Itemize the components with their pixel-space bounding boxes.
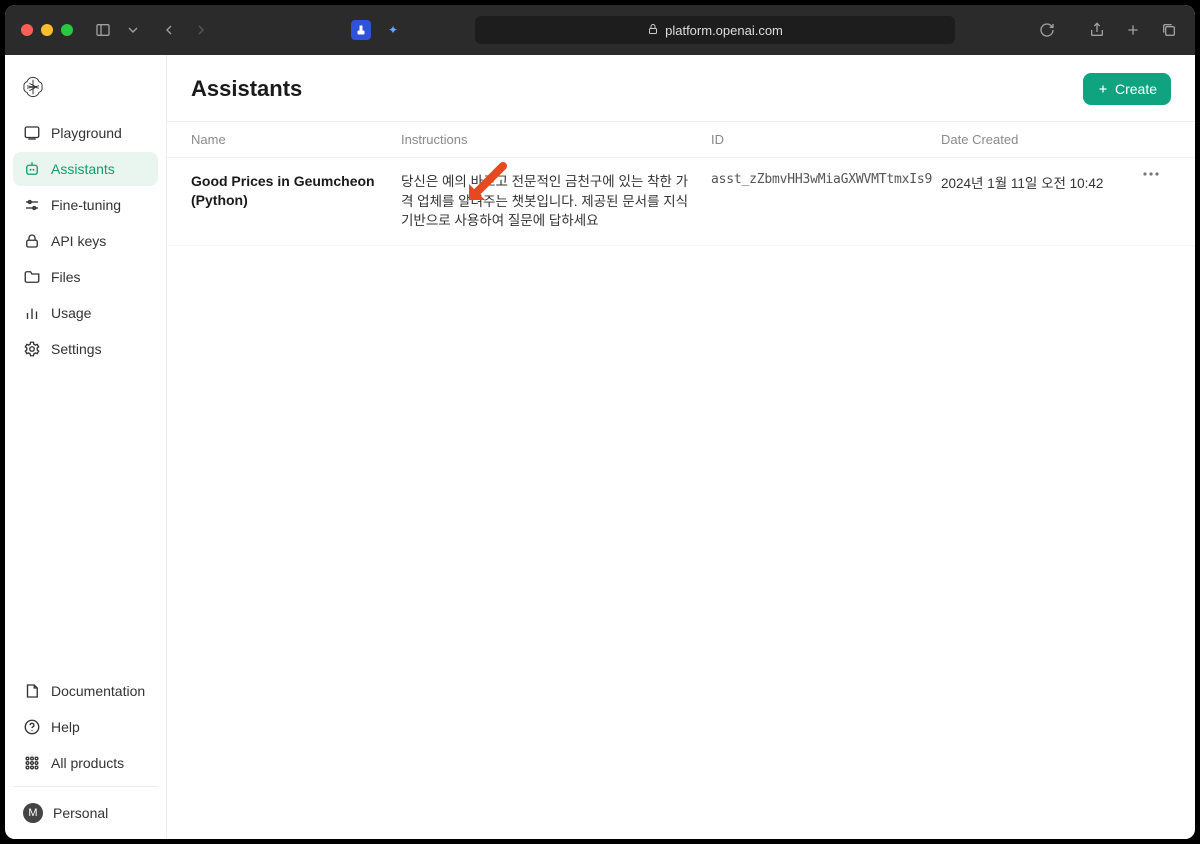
url-text: platform.openai.com (665, 23, 783, 38)
sidebar-item-documentation[interactable]: Documentation (13, 674, 158, 708)
files-icon (23, 268, 41, 286)
api-keys-icon (23, 232, 41, 250)
sidebar-item-fine-tuning[interactable]: Fine-tuning (13, 188, 158, 222)
workspace-switcher[interactable]: M Personal (13, 793, 158, 833)
sidebar-item-label: Assistants (51, 161, 115, 177)
sidebar-item-usage[interactable]: Usage (13, 296, 158, 330)
extension-icon[interactable]: ✦ (383, 20, 403, 40)
sidebar-item-label: Files (51, 269, 81, 285)
page-title: Assistants (191, 76, 302, 102)
back-button[interactable] (159, 20, 179, 40)
col-date: Date Created (941, 132, 1131, 147)
all-products-icon (23, 754, 41, 772)
sidebar-item-label: Documentation (51, 683, 145, 699)
browser-toolbar: ✦ platform.openai.com (5, 5, 1195, 55)
create-button-label: Create (1115, 81, 1157, 97)
sidebar-item-files[interactable]: Files (13, 260, 158, 294)
extension-icon[interactable] (351, 20, 371, 40)
sidebar-item-assistants[interactable]: Assistants (13, 152, 158, 186)
forward-button[interactable] (191, 20, 211, 40)
app-logo[interactable] (5, 69, 166, 116)
address-bar[interactable]: platform.openai.com (475, 16, 955, 44)
sidebar-item-all-products[interactable]: All products (13, 746, 158, 780)
window-controls (21, 24, 73, 36)
minimize-window-button[interactable] (41, 24, 53, 36)
plus-icon (1097, 83, 1109, 95)
col-id: ID (711, 132, 941, 147)
close-window-button[interactable] (21, 24, 33, 36)
lock-icon (647, 23, 659, 38)
reload-button[interactable] (1037, 20, 1057, 40)
assistants-table: Name Instructions ID Date Created Good P… (167, 121, 1195, 246)
sidebar-item-label: Settings (51, 341, 102, 357)
sidebar-item-label: All products (51, 755, 124, 771)
sidebar-item-help[interactable]: Help (13, 710, 158, 744)
chevron-down-icon[interactable] (123, 20, 143, 40)
create-button[interactable]: Create (1083, 73, 1171, 105)
sidebar-item-settings[interactable]: Settings (13, 332, 158, 366)
workspace-label: Personal (53, 805, 108, 821)
sidebar-item-label: Playground (51, 125, 122, 141)
divider (13, 786, 158, 787)
table-header: Name Instructions ID Date Created (167, 122, 1195, 158)
sidebar-item-label: Usage (51, 305, 91, 321)
sidebar: Playground Assistants Fine-tuning API ke… (5, 55, 167, 839)
usage-icon (23, 304, 41, 322)
help-icon (23, 718, 41, 736)
assistants-icon (23, 160, 41, 178)
main-content: Assistants Create Name Instructions ID D… (167, 55, 1195, 839)
col-instructions: Instructions (401, 132, 711, 147)
new-tab-icon[interactable] (1123, 20, 1143, 40)
assistant-instructions: 당신은 예의 바르고 전문적인 금천구에 있는 착한 가격 업체를 알려주는 챗… (401, 172, 711, 231)
avatar: M (23, 803, 43, 823)
row-menu-button[interactable] (1131, 172, 1171, 176)
sidebar-item-label: API keys (51, 233, 106, 249)
playground-icon (23, 124, 41, 142)
table-row[interactable]: Good Prices in Geumcheon (Python) 당신은 예의… (167, 158, 1195, 246)
maximize-window-button[interactable] (61, 24, 73, 36)
sidebar-item-api-keys[interactable]: API keys (13, 224, 158, 258)
fine-tuning-icon (23, 196, 41, 214)
settings-icon (23, 340, 41, 358)
documentation-icon (23, 682, 41, 700)
share-icon[interactable] (1087, 20, 1107, 40)
sidebar-toggle-icon[interactable] (93, 20, 113, 40)
assistant-date: 2024년 1월 11일 오전 10:42 (941, 172, 1131, 192)
sidebar-item-label: Help (51, 719, 80, 735)
col-name: Name (191, 132, 401, 147)
sidebar-item-playground[interactable]: Playground (13, 116, 158, 150)
assistant-name: Good Prices in Geumcheon (Python) (191, 172, 401, 210)
sidebar-item-label: Fine-tuning (51, 197, 121, 213)
tabs-overview-icon[interactable] (1159, 20, 1179, 40)
more-icon (1143, 172, 1159, 176)
assistant-id: asst_zZbmvHH3wMiaGXWVMTtmxIs9 (711, 172, 941, 187)
